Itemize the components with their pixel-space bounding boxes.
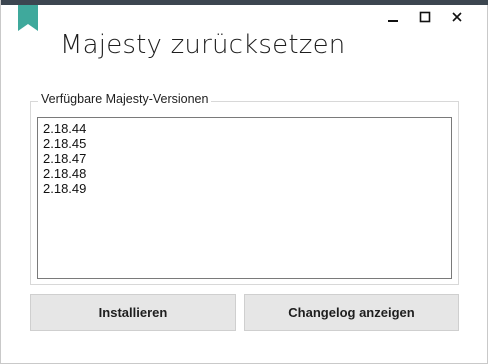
dialog-window: Majesty zurücksetzen Verfügbare Majesty-…	[0, 0, 488, 364]
title-strip	[1, 0, 488, 5]
versions-listbox[interactable]: 2.18.44 2.18.45 2.18.47 2.18.48 2.18.49	[37, 117, 452, 279]
close-icon	[451, 10, 463, 28]
maximize-button[interactable]	[409, 8, 441, 30]
list-item[interactable]: 2.18.47	[43, 151, 446, 166]
maximize-icon	[419, 10, 431, 28]
close-button[interactable]	[441, 8, 473, 30]
minimize-button[interactable]	[377, 8, 409, 30]
page-title: Majesty zurücksetzen	[60, 30, 346, 60]
versions-group-label: Verfügbare Majesty-Versionen	[38, 92, 212, 106]
install-button[interactable]: Installieren	[30, 294, 236, 331]
bookmark-icon	[18, 5, 38, 31]
show-changelog-button[interactable]: Changelog anzeigen	[244, 294, 459, 331]
list-item[interactable]: 2.18.48	[43, 166, 446, 181]
list-item[interactable]: 2.18.49	[43, 181, 446, 196]
minimize-icon	[387, 10, 399, 28]
list-item[interactable]: 2.18.44	[43, 121, 446, 136]
window-controls	[377, 8, 473, 30]
list-item[interactable]: 2.18.45	[43, 136, 446, 151]
